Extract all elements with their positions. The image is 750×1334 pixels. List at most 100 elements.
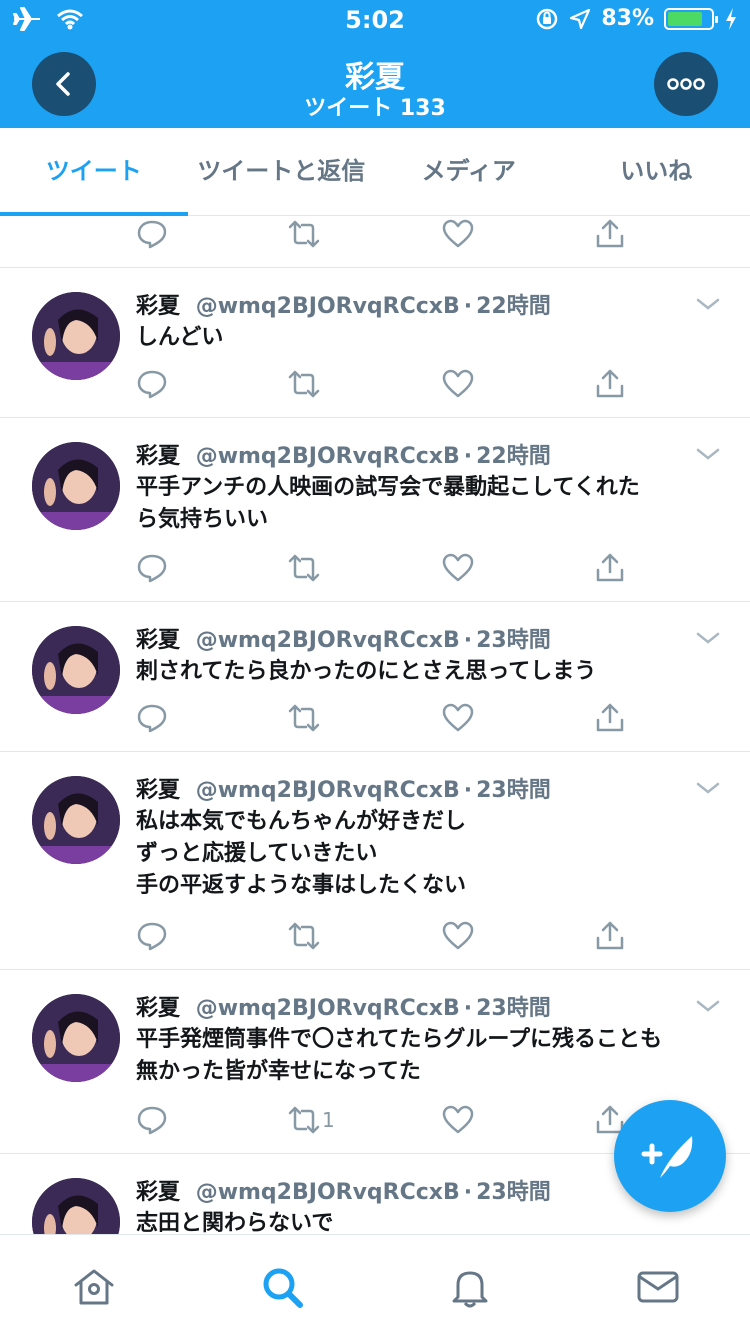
tweet-text: しんどい bbox=[136, 322, 726, 354]
tweet-line: 平手発煙筒事件で〇されてたらグループに残ることも bbox=[136, 1027, 663, 1052]
tweet-count: ツイート 133 bbox=[304, 96, 446, 121]
tweet[interactable]: 彩夏 @wmq2BJORvqRCcxB · 23時間 刺されてたら良かったのにとさえ… bbox=[0, 602, 750, 752]
more-button[interactable] bbox=[654, 52, 718, 116]
timestamp[interactable]: 22時間 bbox=[476, 444, 551, 469]
heart-icon bbox=[442, 703, 474, 732]
avatar-photo bbox=[32, 442, 120, 530]
mail-icon[interactable] bbox=[636, 1265, 680, 1309]
avatar[interactable] bbox=[32, 626, 120, 714]
handle[interactable]: @wmq2BJORvqRCcxB bbox=[196, 996, 460, 1021]
chevron-down-icon[interactable] bbox=[694, 290, 722, 318]
separator-dot: · bbox=[463, 778, 473, 803]
tweet-line: 無かった皆が幸せになってた bbox=[136, 1059, 421, 1084]
timestamp[interactable]: 22時間 bbox=[476, 294, 551, 319]
handle[interactable]: @wmq2BJORvqRCcxB bbox=[196, 444, 460, 469]
timestamp[interactable]: 23時間 bbox=[476, 628, 551, 653]
share-button[interactable] bbox=[594, 364, 626, 404]
tab-media[interactable]: メディア bbox=[375, 128, 563, 215]
avatar[interactable] bbox=[32, 776, 120, 864]
ellipsis-icon bbox=[667, 78, 705, 90]
tweet-header: 彩夏 @wmq2BJORvqRCcxB · 23時間 bbox=[136, 1174, 551, 1206]
tweet-feed[interactable]: 彩夏 @wmq2BJORvqRCcxB · 22時間 しんどい 彩夏 @wmq2BJ… bbox=[0, 216, 750, 1234]
reply-button[interactable] bbox=[136, 916, 168, 956]
retweet-button[interactable] bbox=[288, 216, 320, 254]
tweet-header: 彩夏 @wmq2BJORvqRCcxB · 22時間 bbox=[136, 288, 551, 320]
display-name[interactable]: 彩夏 bbox=[136, 444, 180, 469]
reply-icon bbox=[137, 922, 167, 951]
avatar[interactable] bbox=[32, 442, 120, 530]
like-button[interactable] bbox=[442, 364, 474, 404]
bell-icon[interactable] bbox=[448, 1265, 492, 1309]
status-right: 83% bbox=[535, 6, 738, 31]
retweet-button[interactable]: 1 bbox=[288, 1100, 335, 1140]
handle[interactable]: @wmq2BJORvqRCcxB bbox=[196, 628, 460, 653]
tweet-line: ずっと応援していきたい bbox=[136, 841, 378, 866]
tweet[interactable]: 彩夏 @wmq2BJORvqRCcxB · 22時間 平手アンチの人映画の試写会で暴… bbox=[0, 418, 750, 602]
display-name[interactable]: 彩夏 bbox=[136, 1180, 180, 1205]
retweet-button[interactable] bbox=[288, 364, 322, 404]
handle[interactable]: @wmq2BJORvqRCcxB bbox=[196, 778, 460, 803]
profile-tabs: ツイート ツイートと返信 メディア いいね bbox=[0, 128, 750, 216]
heart-icon bbox=[442, 219, 474, 248]
retweet-button[interactable] bbox=[288, 548, 322, 588]
tab-tweets-and-replies[interactable]: ツイートと返信 bbox=[188, 128, 376, 215]
tab-likes[interactable]: いいね bbox=[563, 128, 750, 215]
separator-dot: · bbox=[463, 628, 473, 653]
heart-icon bbox=[442, 1105, 474, 1134]
reply-button[interactable] bbox=[136, 548, 168, 588]
separator-dot: · bbox=[463, 1180, 473, 1205]
share-button[interactable] bbox=[594, 698, 626, 738]
avatar[interactable] bbox=[32, 292, 120, 380]
search-icon[interactable] bbox=[260, 1265, 304, 1309]
retweet-button[interactable] bbox=[288, 698, 322, 738]
reply-button[interactable] bbox=[136, 216, 168, 254]
like-button[interactable] bbox=[442, 216, 474, 254]
share-button[interactable] bbox=[594, 548, 626, 588]
battery-percent: 83% bbox=[601, 6, 654, 31]
share-button[interactable] bbox=[594, 916, 626, 956]
tweet-line: 志田と関わらないで bbox=[136, 1211, 334, 1234]
timestamp[interactable]: 23時間 bbox=[476, 996, 551, 1021]
compose-tweet-icon bbox=[641, 1136, 693, 1178]
display-name[interactable]: 彩夏 bbox=[136, 996, 180, 1021]
tweet-actions: 1 bbox=[136, 1100, 636, 1140]
tweet-partial bbox=[0, 216, 750, 268]
tweet-actions bbox=[136, 364, 636, 404]
handle[interactable]: @wmq2BJORvqRCcxB bbox=[196, 294, 460, 319]
tweet[interactable]: 彩夏 @wmq2BJORvqRCcxB · 23時間 私は本気でもんちゃんが好きだし… bbox=[0, 752, 750, 970]
chevron-down-icon[interactable] bbox=[694, 624, 722, 652]
retweet-button[interactable] bbox=[288, 916, 322, 956]
share-button[interactable] bbox=[594, 216, 626, 254]
rotation-lock-icon bbox=[537, 8, 558, 29]
home-icon[interactable] bbox=[72, 1265, 116, 1309]
timestamp[interactable]: 23時間 bbox=[476, 1180, 551, 1205]
reply-button[interactable] bbox=[136, 1100, 168, 1140]
display-name[interactable]: 彩夏 bbox=[136, 628, 180, 653]
display-name[interactable]: 彩夏 bbox=[136, 294, 180, 319]
compose-tweet-button[interactable] bbox=[614, 1100, 726, 1212]
like-button[interactable] bbox=[442, 916, 474, 956]
chevron-down-icon[interactable] bbox=[694, 774, 722, 802]
tweet[interactable]: 彩夏 @wmq2BJORvqRCcxB · 22時間 しんどい bbox=[0, 268, 750, 418]
battery-icon bbox=[664, 7, 718, 30]
reply-icon bbox=[137, 704, 167, 733]
avatar[interactable] bbox=[32, 1178, 120, 1234]
chevron-down-icon[interactable] bbox=[694, 440, 722, 468]
avatar-photo bbox=[32, 626, 120, 714]
retweet-icon bbox=[288, 922, 320, 950]
like-button[interactable] bbox=[442, 548, 474, 588]
handle[interactable]: @wmq2BJORvqRCcxB bbox=[196, 1180, 460, 1205]
reply-button[interactable] bbox=[136, 698, 168, 738]
heart-icon bbox=[442, 921, 474, 950]
timestamp[interactable]: 23時間 bbox=[476, 778, 551, 803]
chevron-down-icon[interactable] bbox=[694, 992, 722, 1020]
tab-tweets[interactable]: ツイート bbox=[0, 128, 188, 216]
like-button[interactable] bbox=[442, 698, 474, 738]
share-icon bbox=[596, 369, 624, 398]
avatar[interactable] bbox=[32, 994, 120, 1082]
separator-dot: · bbox=[463, 294, 473, 319]
reply-button[interactable] bbox=[136, 364, 168, 404]
tweet-text: 志田と関わらないで bbox=[136, 1208, 726, 1234]
like-button[interactable] bbox=[442, 1100, 474, 1140]
display-name[interactable]: 彩夏 bbox=[136, 778, 180, 803]
